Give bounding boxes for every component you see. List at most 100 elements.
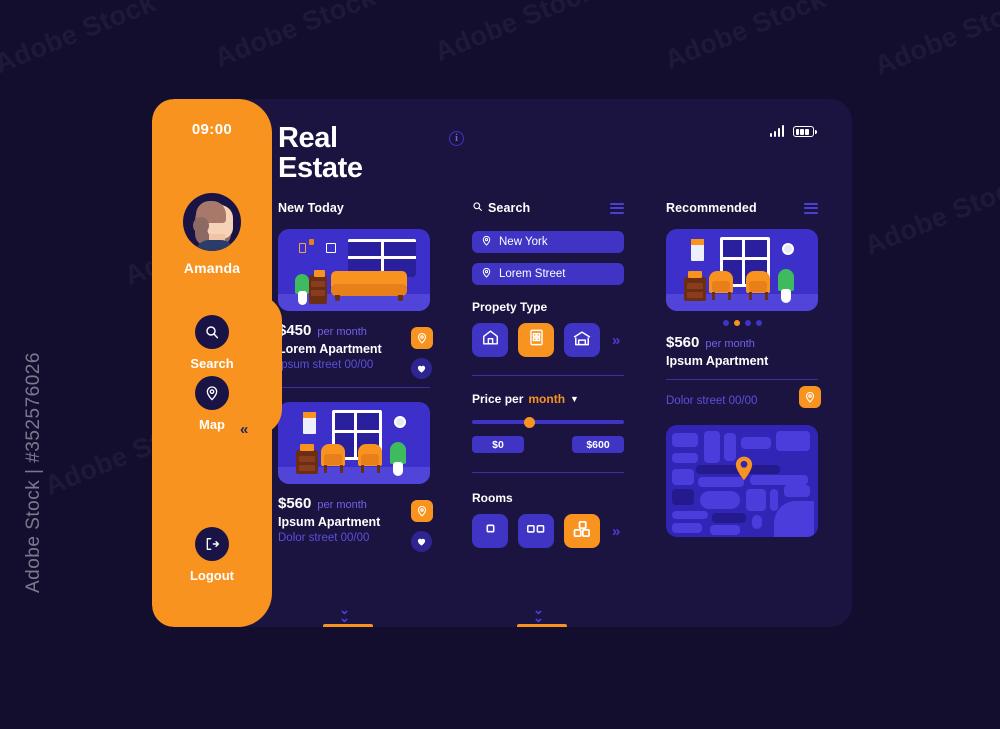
property-type-house-button[interactable] [472,323,508,357]
price-max[interactable]: $600 [572,436,624,453]
wall-clock [782,243,794,255]
price-label-row: Price per month ▼ [472,392,624,406]
wall-poster-head [303,412,316,418]
carousel-dots[interactable] [666,320,818,326]
sofa-leg [335,295,340,301]
armchair-leg [340,465,343,473]
wall-frame [326,243,336,253]
page-title-line1: Real [278,122,338,154]
listing-name: Lorem Apartment [278,342,382,356]
column-recommended: Recommended $560 per month Ipsum Apartme… [666,201,821,537]
listing-price: $450 [278,322,312,339]
cabinet-drawer [311,281,325,287]
armchair-leg [361,465,364,473]
window-mullion-v [354,410,357,460]
chevron-down-icon[interactable]: ▼ [570,394,579,404]
recommended-card[interactable]: $560 per month Ipsum Apartment Dolor str… [666,229,821,409]
sidebar-item-logout[interactable]: Logout [152,527,272,583]
rooms-more-icon[interactable]: » [612,523,620,540]
map-pin-icon [734,455,754,486]
listing-map-pin-button[interactable] [411,327,433,349]
listing-price-row: $450 per month [278,322,430,339]
listing-card[interactable]: $560 per month Ipsum Apartment Dolor str… [278,402,433,552]
property-type-label: Propety Type [472,300,548,314]
column-new-today: New Today $450 per month Lorem Apartment… [278,201,433,627]
window-mullion-v [742,237,745,287]
listing-address: Dolor street 00/00 [278,532,370,544]
armchair-leg [324,465,327,473]
heart-icon[interactable] [411,531,432,552]
single-square-icon [482,520,499,542]
search-heading-group: Search [472,201,530,215]
property-type-more-icon[interactable]: » [612,332,620,349]
listing-illustration-sofa [278,229,430,311]
recommended-heading-row: Recommended [666,201,818,215]
recommended-menu-icon[interactable] [804,202,818,214]
armchair-leg [749,292,752,300]
armchair-seat [324,454,342,465]
plant-vase [781,289,791,303]
carousel-dot[interactable] [722,320,729,326]
rooms-options: » [472,514,624,548]
watermark-tile: Adobe Stock [860,169,1000,262]
price-slider-knob[interactable] [524,417,535,428]
wall-frame [309,239,314,245]
listing-map-pin-button[interactable] [411,500,433,522]
listing-illustration-armchairs [278,402,430,484]
cabinet-drawer [311,290,325,296]
plant-vase [393,462,403,476]
villa-icon [572,328,592,353]
carousel-dot[interactable] [755,320,762,326]
street-field-value: Lorem Street [499,268,566,280]
listing-name: Ipsum Apartment [278,515,381,529]
search-icon [195,315,229,349]
rooms-one-button[interactable] [472,514,508,548]
armchair-seat [712,281,730,292]
watermark-tile: Adobe Stock [210,0,380,74]
armchair-leg [377,465,380,473]
user-name: Amanda [183,260,241,276]
street-field[interactable]: Lorem Street [472,263,624,285]
price-min[interactable]: $0 [472,436,524,453]
listing-card[interactable]: $450 per month Lorem Apartment Ipsum str… [278,229,433,388]
recommended-map-pin-button[interactable] [799,386,821,408]
sidebar-item-search[interactable]: Search [152,315,272,371]
carousel-dot-active[interactable] [733,320,740,326]
search-heading-row: Search [472,201,624,215]
wall-frame [299,243,306,253]
sidebar-item-map[interactable]: Map [152,376,272,432]
armchair-leg [728,292,731,300]
info-icon[interactable]: i [449,131,464,146]
cabinet-drawer [299,456,315,462]
price-slider[interactable] [472,417,624,428]
double-square-icon [525,520,547,542]
property-type-apartment-block-button[interactable] [518,323,554,357]
heart-icon[interactable] [411,358,432,379]
logout-icon [195,527,229,561]
search-menu-icon[interactable] [610,202,624,214]
carousel-dot[interactable] [744,320,751,326]
avatar[interactable] [183,193,241,251]
recommended-name: Ipsum Apartment [666,354,769,368]
listing-price-row: $560 per month [278,495,430,512]
search-progress-bar [517,624,567,627]
new-today-heading: New Today [278,201,344,215]
city-field-value: New York [499,236,548,248]
new-today-scroll-indicator[interactable]: ⌄ ⌄ [339,603,350,624]
battery-icon [793,126,817,137]
map-pin-icon [481,235,492,249]
profile-block: Amanda [152,193,272,276]
rooms-two-button[interactable] [518,514,554,548]
city-field[interactable]: New York [472,231,624,253]
sofa-seat [331,284,407,296]
rooms-three-button[interactable] [564,514,600,548]
listing-period: per month [317,499,367,511]
listing-price: $560 [278,495,312,512]
search-scroll-indicator[interactable]: ⌄ ⌄ [533,603,544,624]
watermark-credit: Adobe Stock | #352576026 [23,352,44,593]
page-title-line2: Estate [278,152,363,185]
watermark-tile: Adobe Stock [870,0,1000,82]
new-today-progress-bar [323,624,373,627]
map-preview[interactable] [666,425,818,537]
property-type-villa-button[interactable] [564,323,600,357]
